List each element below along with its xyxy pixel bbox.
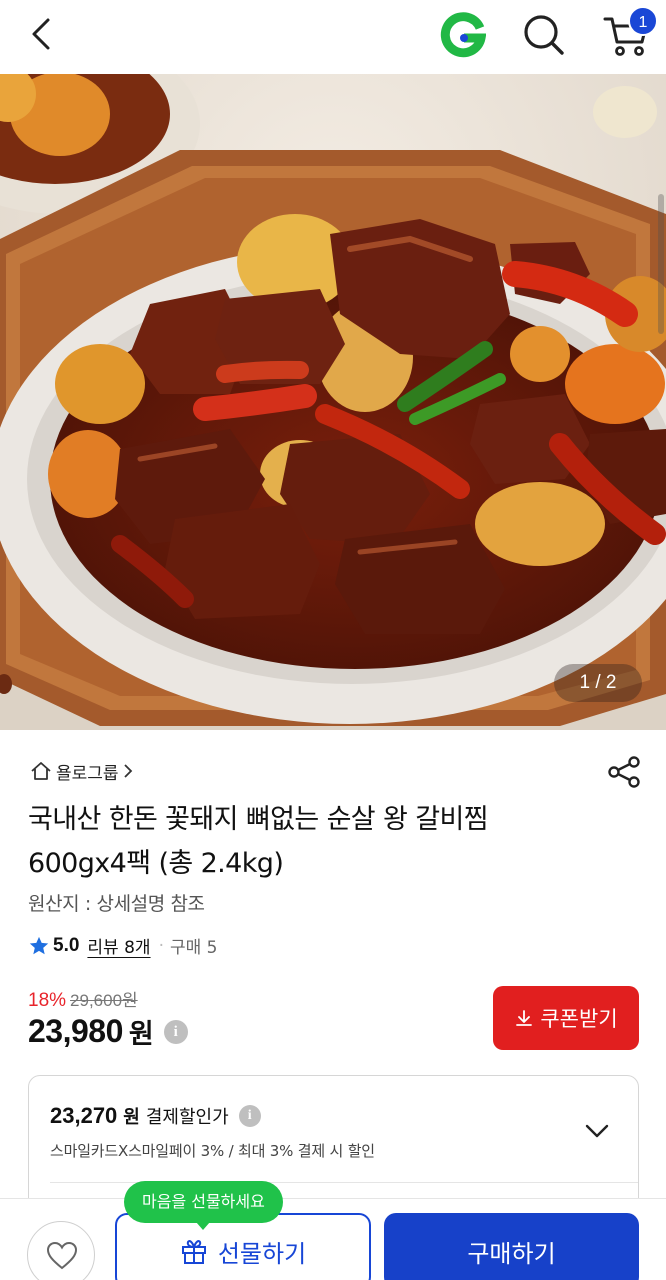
home-icon bbox=[31, 762, 51, 780]
payment-discount-amount: 23,270 bbox=[50, 1103, 118, 1128]
braised-ribs-photo bbox=[0, 74, 666, 730]
rating-score: 5.0 bbox=[53, 934, 80, 956]
heart-icon bbox=[46, 1241, 78, 1270]
price-unit: 원 bbox=[128, 1019, 154, 1050]
buy-button[interactable]: 구매하기 bbox=[384, 1213, 639, 1280]
payment-discount-unit: 원 bbox=[123, 1107, 140, 1128]
buy-button-label: 구매하기 bbox=[467, 1239, 556, 1268]
product-title: 국내산 한돈 꽃돼지 뼈없는 순살 왕 갈비찜 600gx4팩 (총 2.4kg… bbox=[28, 798, 628, 886]
review-link[interactable]: 리뷰 8개 bbox=[87, 933, 150, 958]
payment-discount-label: 결제할인가 bbox=[145, 1107, 229, 1128]
payment-discount-detail: 스마일카드X스마일페이 3% / 최대 3% 결제 시 할인 bbox=[50, 1142, 375, 1160]
rating-row: 5.0 리뷰 8개 · 구매 5 bbox=[28, 933, 217, 958]
purchase-count: 구매 5 bbox=[169, 938, 218, 958]
coupon-button-label: 쿠폰받기 bbox=[540, 1007, 618, 1031]
image-page-indicator: 1 / 2 bbox=[554, 664, 642, 702]
product-title-line2: 600gx4팩 (총 2.4kg) bbox=[28, 848, 284, 879]
sale-price: 23,980 bbox=[28, 1013, 123, 1049]
top-navigation-bar: 1 bbox=[0, 0, 666, 74]
chevron-right-icon bbox=[123, 764, 132, 778]
chevron-down-icon[interactable] bbox=[584, 1118, 610, 1144]
bottom-action-bar: 선물하기 구매하기 bbox=[0, 1198, 666, 1280]
payment-discount-card[interactable]: 23,270 원 결제할인가 i 스마일카드X스마일페이 3% / 최대 3% … bbox=[28, 1075, 639, 1215]
product-image[interactable]: 1 / 2 bbox=[0, 74, 666, 730]
origin-info: 원산지 : 상세설명 참조 bbox=[28, 893, 205, 915]
product-title-line1: 국내산 한돈 꽃돼지 뼈없는 순살 왕 갈비찜 bbox=[28, 804, 489, 835]
scrollbar[interactable] bbox=[658, 194, 664, 334]
seller-link[interactable]: 욜로그룹 bbox=[30, 757, 133, 785]
share-icon[interactable] bbox=[606, 754, 642, 790]
gmarket-g-logo[interactable] bbox=[440, 12, 486, 58]
star-icon bbox=[29, 936, 49, 954]
wishlist-button[interactable] bbox=[27, 1221, 95, 1280]
original-price: 29,600원 bbox=[70, 991, 138, 1010]
cart-count-badge: 1 bbox=[628, 6, 658, 36]
gift-button[interactable]: 선물하기 bbox=[115, 1213, 371, 1280]
price-info-icon[interactable]: i bbox=[163, 1019, 188, 1044]
seller-name: 욜로그룹 bbox=[56, 763, 119, 784]
payment-discount-line: 23,270 원 결제할인가 i bbox=[50, 1103, 261, 1129]
gift-icon bbox=[181, 1240, 206, 1264]
coupon-button[interactable]: 쿠폰받기 bbox=[493, 986, 639, 1050]
search-icon[interactable] bbox=[522, 13, 566, 57]
gift-tooltip: 마음을 선물하세요 bbox=[124, 1181, 283, 1230]
download-icon bbox=[516, 1010, 533, 1026]
separator-dot: · bbox=[158, 935, 164, 956]
payment-info-icon[interactable]: i bbox=[238, 1105, 261, 1127]
price-row: 23,980 원 i bbox=[28, 1012, 188, 1051]
gift-button-label: 선물하기 bbox=[217, 1239, 307, 1268]
discount-rate: 18% bbox=[28, 990, 67, 1011]
back-icon[interactable] bbox=[22, 14, 62, 54]
discount-row: 18% 29,600원 bbox=[28, 986, 138, 1012]
